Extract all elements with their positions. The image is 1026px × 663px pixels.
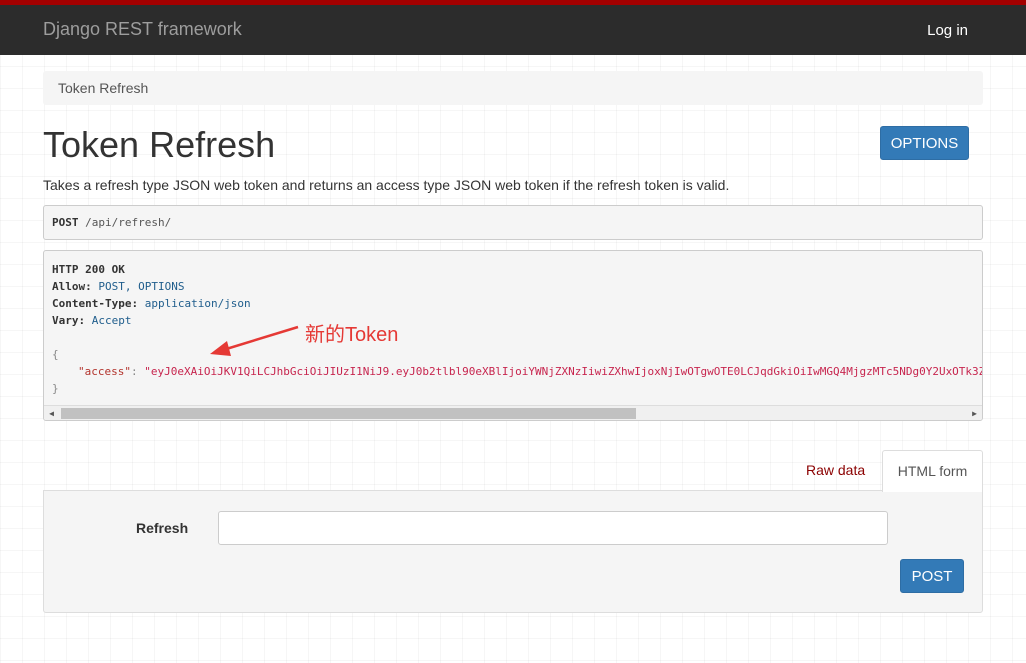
response-info: HTTP 200 OK Allow: POST, OPTIONS Content… [43, 250, 983, 421]
tab-raw-data[interactable]: Raw data [796, 452, 875, 490]
request-method: POST [52, 216, 79, 229]
header-value-allow: POST, OPTIONS [98, 280, 185, 293]
header-value-vary: Accept [91, 314, 132, 327]
header-key-vary: Vary: [52, 314, 86, 327]
horizontal-scrollbar[interactable]: ◀ ▶ [44, 405, 982, 420]
navbar: Django REST framework Log in [0, 5, 1026, 55]
json-key-access: "access" [78, 365, 131, 378]
json-separator: : [130, 365, 145, 378]
scroll-left-icon[interactable]: ◀ [44, 406, 59, 420]
json-value-access-token: "eyJ0eXAiOiJKV1QiLCJhbGciOiJIUzI1NiJ9.ey… [144, 365, 983, 378]
header-key-allow: Allow: [52, 280, 92, 293]
header-key-content-type: Content-Type: [52, 297, 139, 310]
page-description: Takes a refresh type JSON web token and … [43, 177, 730, 193]
refresh-input[interactable] [218, 511, 888, 545]
annotation-label: 新的Token [305, 324, 399, 346]
page-title: Token Refresh [43, 124, 276, 165]
scroll-right-icon[interactable]: ▶ [967, 406, 982, 420]
annotation-arrow-icon [210, 325, 299, 356]
breadcrumb-current: Token Refresh [58, 80, 149, 96]
login-link[interactable]: Log in [927, 22, 968, 39]
json-open-brace: { [52, 348, 59, 361]
request-url: /api/refresh/ [85, 216, 172, 229]
breadcrumb: Token Refresh [43, 71, 983, 105]
tab-html-form[interactable]: HTML form [882, 450, 983, 492]
header-value-content-type: application/json [144, 297, 251, 310]
json-close-brace: } [52, 382, 59, 395]
scroll-thumb[interactable] [61, 408, 636, 419]
response-status: HTTP 200 OK [52, 263, 125, 276]
request-info: POST /api/refresh/ [43, 205, 983, 240]
refresh-field-label: Refresh [136, 520, 189, 536]
options-button[interactable]: OPTIONS [880, 126, 969, 160]
response-content: HTTP 200 OK Allow: POST, OPTIONS Content… [44, 251, 982, 407]
post-button[interactable]: POST [900, 559, 964, 593]
brand-link[interactable]: Django REST framework [43, 19, 242, 40]
html-form-panel: Refresh POST [43, 490, 983, 613]
